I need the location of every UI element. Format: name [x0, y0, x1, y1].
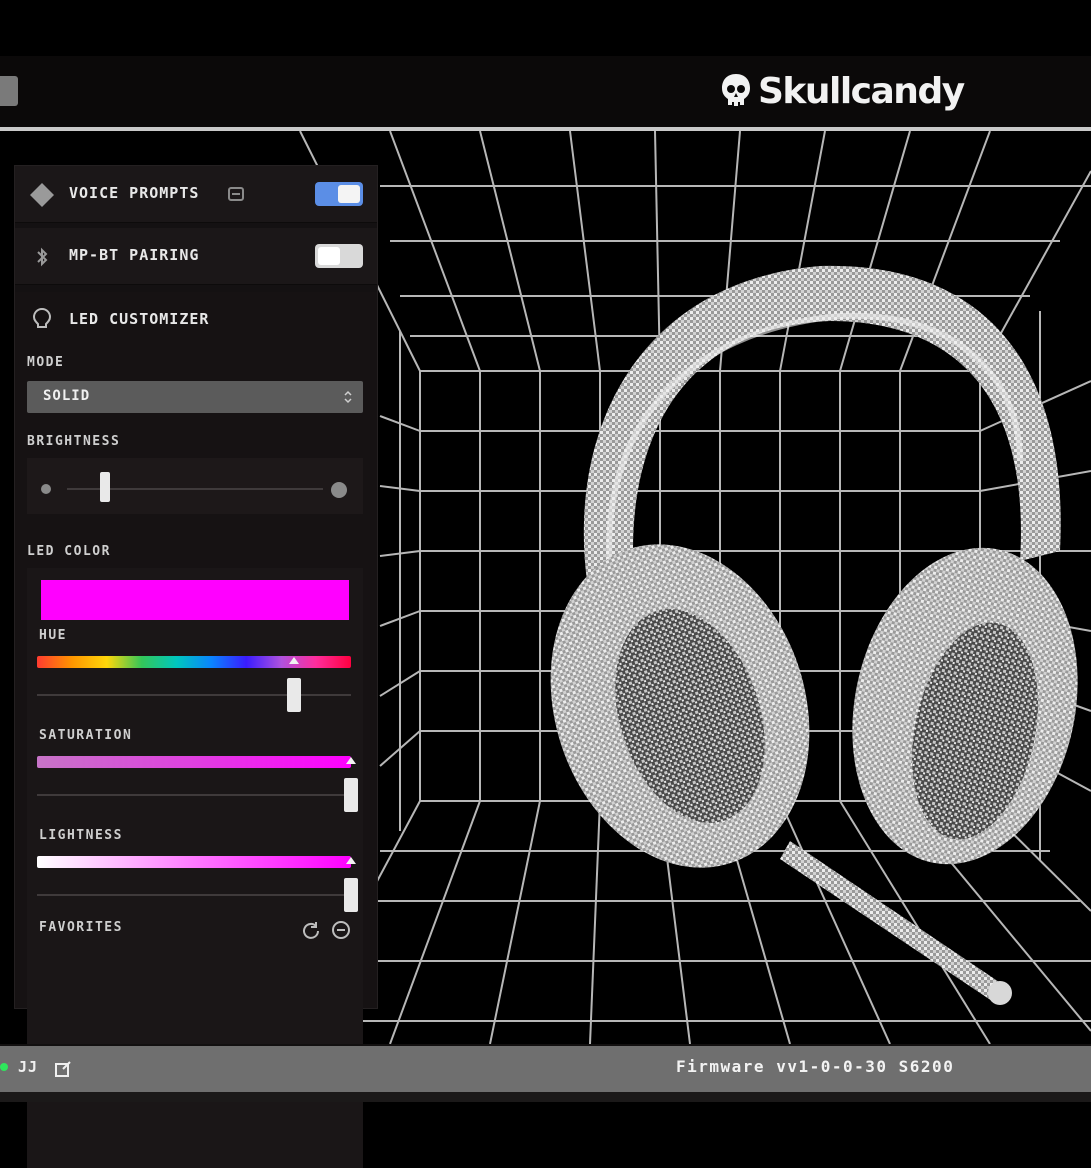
mp-bt-pairing-row: MP-BT PAIRING — [15, 228, 377, 285]
saturation-marker — [346, 757, 356, 764]
brightness-control — [27, 458, 363, 514]
settings-panel: VOICE PROMPTS MP-BT PAIRING LED CUSTOMIZ… — [14, 165, 378, 1168]
toggle-knob — [318, 247, 340, 265]
brightness-low-icon — [41, 484, 51, 494]
add-icon[interactable] — [331, 920, 351, 940]
brightness-slider-thumb[interactable] — [100, 472, 111, 502]
mode-label: MODE — [27, 355, 65, 370]
brightness-label: BRIGHTNESS — [27, 434, 121, 449]
mp-bt-pairing-toggle[interactable] — [315, 244, 363, 268]
hue-slider-track[interactable] — [37, 694, 351, 696]
voice-prompts-label: VOICE PROMPTS — [69, 184, 200, 202]
brand-name: Skullcandy — [758, 70, 965, 112]
hue-marker — [289, 657, 300, 664]
brightness-high-icon — [331, 482, 347, 498]
saturation-gradient-bar — [37, 756, 351, 768]
saturation-label: SATURATION — [39, 728, 133, 743]
favorites-label: FAVORITES — [39, 920, 123, 935]
info-icon[interactable] — [227, 185, 245, 203]
chevron-updown-icon — [344, 390, 352, 404]
mode-select[interactable]: SOLID — [27, 381, 363, 413]
diamond-icon — [30, 183, 54, 207]
skull-logo-icon — [722, 74, 750, 106]
bluetooth-icon — [37, 247, 48, 267]
led-color-label: LED COLOR — [27, 544, 111, 559]
led-customizer-section: LED CUSTOMIZER MODE SOLID BRIGHTNESS LED… — [15, 292, 377, 1168]
firmware-version: Firmware vv1-0-0-30 S6200 — [676, 1057, 955, 1076]
toggle-knob — [338, 185, 360, 203]
lightness-label: LIGHTNESS — [39, 828, 123, 843]
hue-slider-thumb[interactable] — [287, 678, 302, 712]
mp-bt-pairing-label: MP-BT PAIRING — [69, 246, 200, 264]
lightness-marker — [346, 857, 356, 864]
led-customizer-title: LED CUSTOMIZER — [69, 310, 210, 328]
voice-prompts-row: VOICE PROMPTS — [15, 166, 377, 223]
device-name: JJ — [18, 1058, 39, 1076]
voice-prompts-toggle[interactable] — [315, 182, 363, 206]
saturation-slider-thumb[interactable] — [344, 778, 358, 812]
reset-icon[interactable] — [301, 920, 321, 940]
hue-label: HUE — [39, 628, 67, 643]
connection-status-dot — [0, 1063, 8, 1071]
footer-bottom-edge — [0, 1092, 1091, 1102]
saturation-slider-track[interactable] — [37, 794, 351, 796]
mode-select-value: SOLID — [43, 388, 91, 404]
brand-logo: Skullcandy — [720, 66, 965, 116]
lightbulb-icon — [32, 307, 52, 328]
lightness-slider-track[interactable] — [37, 894, 351, 896]
led-color-swatch — [41, 580, 349, 620]
back-button[interactable] — [0, 76, 18, 106]
lightness-slider-thumb[interactable] — [344, 878, 358, 912]
hue-gradient-bar — [37, 656, 351, 668]
window-top-bar — [0, 0, 1091, 56]
edit-icon[interactable] — [54, 1060, 72, 1078]
lightness-gradient-bar — [37, 856, 351, 868]
